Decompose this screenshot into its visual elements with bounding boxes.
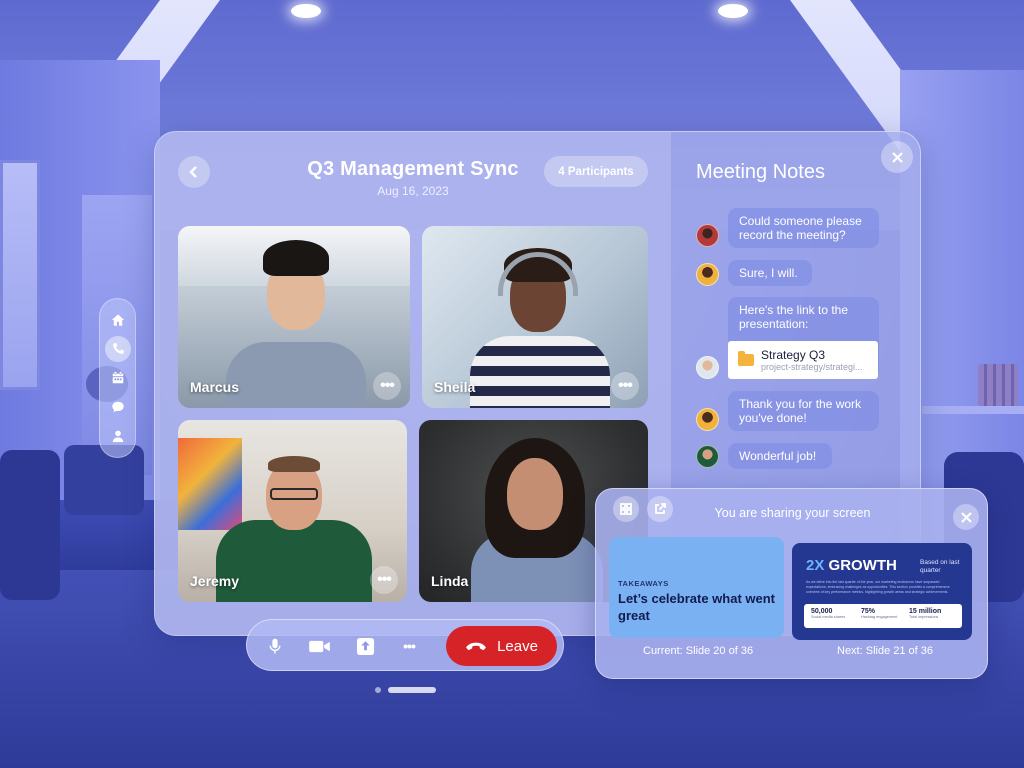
share-screen-icon[interactable] xyxy=(352,633,378,659)
leave-label: Leave xyxy=(497,637,538,655)
slide-stats-card: 50,000 Social media shares 75% Hashtag e… xyxy=(804,604,962,628)
phone-icon[interactable] xyxy=(104,335,131,362)
chat-icon[interactable] xyxy=(105,394,131,420)
more-options-button[interactable]: ••• xyxy=(373,372,401,400)
share-status-title: You are sharing your screen xyxy=(714,506,871,520)
avatar xyxy=(696,263,719,286)
window-grab-bar[interactable] xyxy=(388,687,436,693)
screen-share-panel: You are sharing your screen TAKEAWAYS Le… xyxy=(595,488,988,679)
shelf xyxy=(922,406,1024,414)
participant-name: Marcus xyxy=(190,379,240,395)
attachment-path: project-strategy/strategi... xyxy=(761,362,863,372)
spotlight xyxy=(291,4,321,18)
window xyxy=(0,160,40,390)
slide-subtitle: Based on last quarter xyxy=(920,559,960,574)
microphone-icon[interactable] xyxy=(262,633,288,659)
spotlight xyxy=(718,4,748,18)
attachment-name: Strategy Q3 xyxy=(761,348,826,362)
leave-button[interactable]: Leave xyxy=(446,626,557,666)
video-tile-jeremy[interactable]: Jeremy ••• xyxy=(178,420,407,602)
slide-paragraph: As we delve into the last quarter of the… xyxy=(806,580,950,594)
message-bubble: Thank you for the work you've done! xyxy=(728,391,879,431)
current-slide-preview[interactable]: TAKEAWAYS Let’s celebrate what went grea… xyxy=(609,537,784,638)
side-navigation-rail xyxy=(99,298,136,458)
participant-name: Jeremy xyxy=(190,573,240,589)
participants-button[interactable]: 4 Participants xyxy=(544,156,648,187)
stat-item: 50,000 Social media shares xyxy=(811,608,846,619)
video-tile-sheila[interactable]: Sheila ••• xyxy=(422,226,648,408)
more-icon[interactable]: ••• xyxy=(396,633,422,659)
bottles xyxy=(978,364,1018,406)
chair xyxy=(0,450,60,600)
calendar-icon[interactable] xyxy=(105,365,131,391)
next-slide-preview[interactable]: 2X GROWTH Based on last quarter As we de… xyxy=(792,543,972,640)
next-slide-caption: Next: Slide 21 of 36 xyxy=(837,645,934,657)
close-icon xyxy=(891,151,903,163)
message-bubble: Could someone please record the meeting? xyxy=(728,208,879,248)
more-options-button[interactable]: ••• xyxy=(370,566,398,594)
video-grid-pane: Q3 Management Sync Aug 16, 2023 4 Partic… xyxy=(155,132,671,635)
pager-dot[interactable] xyxy=(375,687,381,693)
more-options-button[interactable]: ••• xyxy=(611,372,639,400)
call-control-bar: ••• Leave xyxy=(246,619,564,671)
stat-item: 15 million Total impressions xyxy=(909,608,942,619)
close-icon xyxy=(960,511,972,523)
avatar xyxy=(696,224,719,247)
message-bubble: Sure, I will. xyxy=(728,260,812,286)
notes-title: Meeting Notes xyxy=(696,161,825,183)
chair xyxy=(64,445,144,515)
video-tile-marcus[interactable]: Marcus ••• xyxy=(178,226,410,408)
stat-item: 75% Hashtag engagement xyxy=(861,608,898,619)
slide-headline: Let’s celebrate what went great xyxy=(618,591,776,623)
profile-icon[interactable] xyxy=(105,423,131,449)
avatar xyxy=(696,445,719,468)
current-slide-caption: Current: Slide 20 of 36 xyxy=(643,645,754,657)
close-notes-button[interactable] xyxy=(881,141,913,173)
folder-icon xyxy=(738,351,754,366)
avatar xyxy=(696,408,719,431)
avatar xyxy=(696,356,719,379)
message-bubble: Wonderful job! xyxy=(728,443,832,469)
slide-title: 2X GROWTH xyxy=(806,557,897,574)
camera-icon[interactable] xyxy=(306,633,332,659)
participant-name: Linda xyxy=(431,573,469,589)
participant-name: Sheila xyxy=(434,379,476,395)
hang-up-icon xyxy=(466,642,487,651)
attachment-card[interactable]: Strategy Q3 project-strategy/strategi... xyxy=(728,341,878,379)
home-icon[interactable] xyxy=(105,307,131,333)
slide-label: TAKEAWAYS xyxy=(618,579,669,588)
stop-sharing-button[interactable] xyxy=(953,504,979,530)
